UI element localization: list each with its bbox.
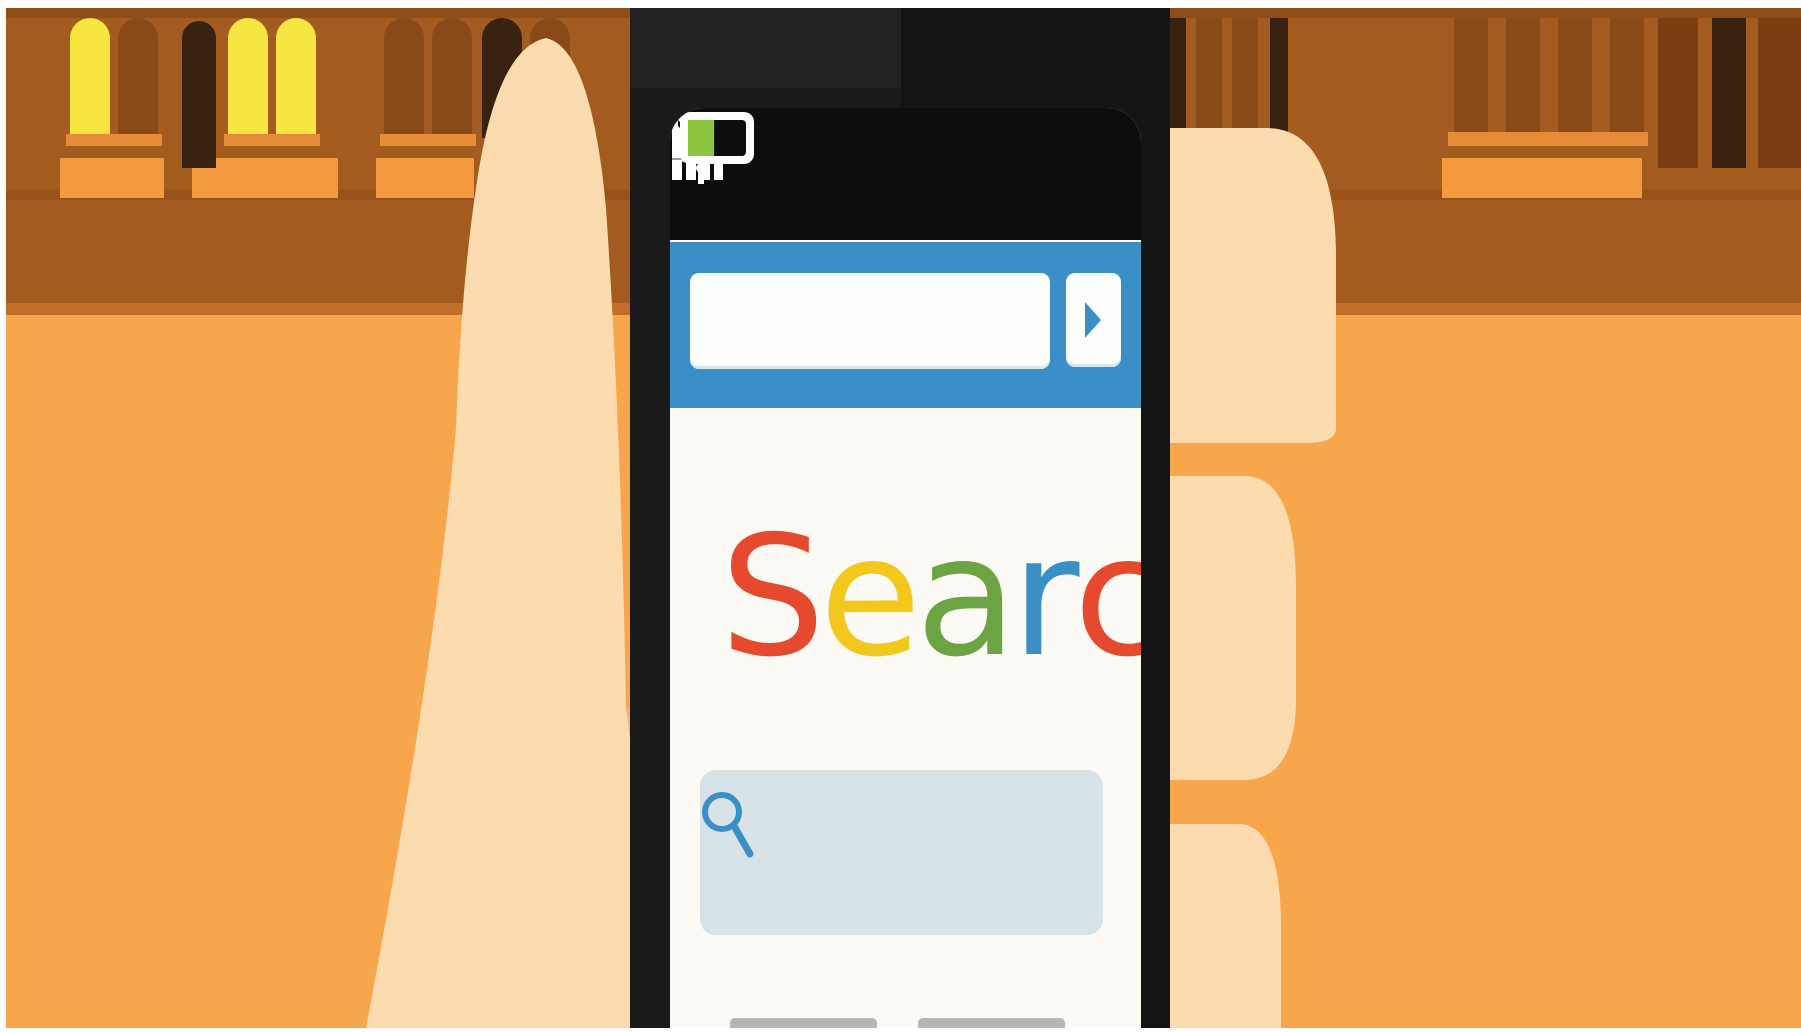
browser-toolbar	[670, 242, 1141, 408]
battery-fill	[688, 120, 715, 156]
logo-letter: e	[819, 501, 921, 694]
search-icon[interactable]	[700, 770, 756, 880]
battery-icon	[672, 112, 754, 164]
placeholder-bar	[918, 1018, 1065, 1028]
status-bar	[670, 108, 1141, 240]
logo-letter: a	[915, 501, 1018, 694]
go-button[interactable]	[1066, 273, 1121, 367]
logo-letter: r	[1011, 501, 1079, 694]
bottom-margin	[0, 1028, 1801, 1033]
illustration: Search	[6, 8, 1801, 1028]
logo-letter: S	[720, 501, 825, 694]
placeholder-bar	[730, 1018, 877, 1028]
phone-screen: Search	[670, 108, 1141, 1028]
logo-letter: c	[1073, 501, 1142, 694]
search-input[interactable]	[700, 770, 1103, 935]
play-arrow-icon	[1085, 302, 1101, 338]
url-input[interactable]	[690, 273, 1050, 369]
search-logo: Search	[720, 501, 1141, 694]
